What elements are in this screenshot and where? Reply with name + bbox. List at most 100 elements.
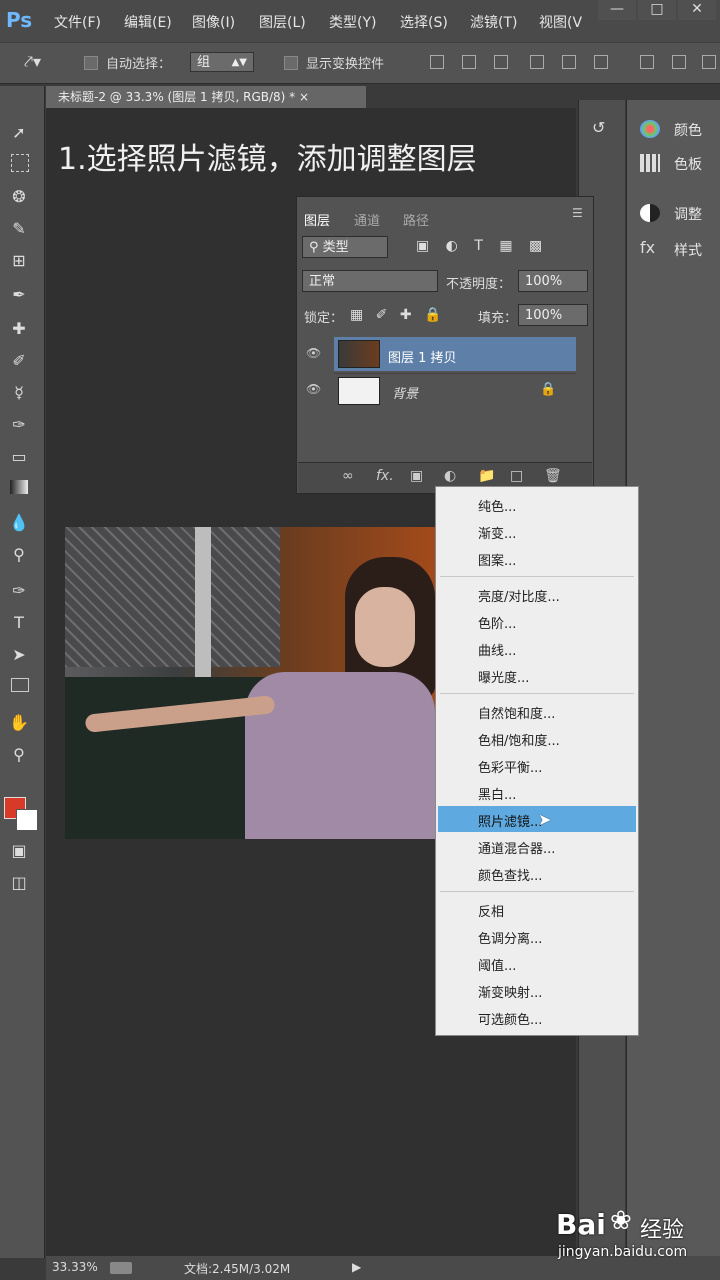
close-icon[interactable]: ✕ [678, 0, 716, 20]
menu-color-balance[interactable]: 色彩平衡... [478, 757, 628, 776]
dodge-tool-icon[interactable]: ⚲ [8, 544, 30, 566]
add-mask-icon[interactable]: ▣ [410, 468, 423, 484]
menu-gradient[interactable]: 渐变... [478, 523, 628, 542]
fx-icon[interactable]: fx. [376, 468, 394, 484]
zoom-level[interactable]: 33.33% [52, 1260, 98, 1274]
menu-pattern[interactable]: 图案... [478, 550, 628, 569]
menu-posterize[interactable]: 色调分离... [478, 928, 628, 947]
quick-mask-icon[interactable]: ▣ [8, 840, 30, 862]
restore-icon[interactable]: □ [638, 0, 676, 20]
crop-tool-icon[interactable]: ⊞ [8, 250, 30, 272]
auto-select-checkbox[interactable] [84, 56, 98, 70]
swatches-panel-icon[interactable] [640, 154, 660, 172]
panel-menu-icon[interactable]: ☰ [572, 206, 583, 220]
distribute-vcenter-icon[interactable] [672, 55, 686, 69]
menu-file[interactable]: 文件(F) [54, 12, 101, 32]
quick-select-tool-icon[interactable]: ✎ [8, 218, 30, 240]
group-folder-icon[interactable]: 📁 [478, 468, 495, 484]
menu-gradient-map[interactable]: 渐变映射... [478, 982, 628, 1001]
menu-type[interactable]: 类型(Y) [329, 12, 376, 32]
lock-icons[interactable]: ▦ ✐ ✚ 🔒 [350, 307, 441, 323]
align-right-icon[interactable] [594, 55, 608, 69]
menu-color-lookup[interactable]: 颜色查找... [478, 865, 628, 884]
type-tool-icon[interactable]: T [8, 612, 30, 634]
hand-tool-icon[interactable]: ✋ [8, 712, 30, 734]
dock-swatches[interactable]: 色板 [674, 154, 702, 174]
menu-curves[interactable]: 曲线... [478, 640, 628, 659]
history-brush-tool-icon[interactable]: ✑ [8, 414, 30, 436]
menu-channel-mixer[interactable]: 通道混合器... [478, 838, 628, 857]
menu-hue-saturation[interactable]: 色相/饱和度... [478, 730, 628, 749]
menu-edit[interactable]: 编辑(E) [124, 12, 172, 32]
path-select-tool-icon[interactable]: ➤ [8, 644, 30, 666]
auto-select-dropdown[interactable]: 组 ▲▼ [190, 52, 254, 72]
dock-color[interactable]: 颜色 [674, 120, 702, 140]
healing-brush-tool-icon[interactable]: ✚ [8, 318, 30, 340]
adjustment-layer-icon[interactable]: ◐ [444, 468, 456, 484]
menu-solid-color[interactable]: 纯色... [478, 496, 628, 515]
opacity-field[interactable]: 100% [518, 270, 588, 292]
link-layers-icon[interactable]: ∞ [342, 468, 354, 484]
menu-vibrance[interactable]: 自然饱和度... [478, 703, 628, 722]
align-bottom-icon[interactable] [494, 55, 508, 69]
menu-image[interactable]: 图像(I) [192, 12, 235, 32]
tab-close-icon[interactable]: × [299, 90, 309, 104]
align-top-icon[interactable] [430, 55, 444, 69]
fill-field[interactable]: 100% [518, 304, 588, 326]
styles-panel-icon[interactable]: fx [640, 238, 655, 257]
dock-styles[interactable]: 样式 [674, 240, 702, 260]
clone-stamp-tool-icon[interactable]: ☿ [8, 382, 30, 404]
visibility-eye-icon[interactable]: 👁 [306, 346, 324, 360]
rectangle-tool-icon[interactable] [11, 678, 29, 692]
minimize-icon[interactable]: — [598, 0, 636, 20]
lasso-tool-icon[interactable]: ❂ [8, 186, 30, 208]
layer-filter-dropdown[interactable]: ⚲ 类型 [302, 236, 388, 258]
document-tab[interactable]: 未标题-2 @ 33.3% (图层 1 拷贝, RGB/8) * × [46, 86, 366, 108]
brush-tool-icon[interactable]: ✐ [8, 350, 30, 372]
menu-invert[interactable]: 反相 [478, 901, 628, 920]
menu-filter[interactable]: 滤镜(T) [470, 12, 517, 32]
menu-layer[interactable]: 图层(L) [259, 12, 306, 32]
menu-photo-filter[interactable]: 照片滤镜... [478, 811, 628, 830]
zoom-tool-icon[interactable]: ⚲ [8, 744, 30, 766]
menu-black-white[interactable]: 黑白... [478, 784, 628, 803]
menu-brightness-contrast[interactable]: 亮度/对比度... [478, 586, 628, 605]
marquee-tool-icon[interactable] [11, 154, 29, 172]
background-color-swatch[interactable] [16, 809, 38, 831]
eyedropper-tool-icon[interactable]: ✒ [8, 284, 30, 306]
blend-mode-dropdown[interactable]: 正常 [302, 270, 438, 292]
distribute-top-icon[interactable] [640, 55, 654, 69]
tab-layers[interactable]: 图层 [304, 210, 330, 229]
align-vcenter-icon[interactable] [462, 55, 476, 69]
gradient-tool-icon[interactable] [10, 480, 28, 494]
distribute-bottom-icon[interactable] [702, 55, 716, 69]
layer-name[interactable]: 背景 [392, 383, 418, 402]
align-left-icon[interactable] [530, 55, 544, 69]
status-preview-icon[interactable] [110, 1262, 132, 1274]
move-tool-icon[interactable]: ➚ [8, 122, 30, 144]
screen-mode-icon[interactable]: ◫ [8, 872, 30, 894]
blur-tool-icon[interactable]: 💧 [8, 512, 30, 534]
menu-select[interactable]: 选择(S) [400, 12, 448, 32]
layer-filter-icons[interactable]: ▣ ◐ T ▦ ▩ [416, 238, 542, 254]
tab-paths[interactable]: 路径 [403, 210, 429, 229]
visibility-eye-icon[interactable]: 👁 [306, 382, 324, 396]
new-layer-icon[interactable]: □ [510, 468, 523, 484]
canvas-photo[interactable] [65, 527, 435, 839]
show-transform-checkbox[interactable] [284, 56, 298, 70]
menu-selective-color[interactable]: 可选颜色... [478, 1009, 628, 1028]
eraser-tool-icon[interactable]: ▭ [8, 446, 30, 468]
menu-view[interactable]: 视图(V [539, 12, 582, 32]
play-arrow-icon[interactable]: ▶ [352, 1260, 361, 1274]
layer-name[interactable]: 图层 1 拷贝 [388, 347, 457, 366]
move-tool-icon[interactable]: ⤤▾ [24, 52, 41, 72]
menu-exposure[interactable]: 曝光度... [478, 667, 628, 686]
adjustments-panel-icon[interactable] [640, 204, 660, 222]
dock-adjustments[interactable]: 调整 [674, 204, 702, 224]
menu-threshold[interactable]: 阈值... [478, 955, 628, 974]
align-hcenter-icon[interactable] [562, 55, 576, 69]
history-panel-icon[interactable]: ↺ [592, 118, 605, 137]
trash-icon[interactable]: 🗑 [544, 468, 562, 484]
color-panel-icon[interactable] [640, 120, 660, 138]
pen-tool-icon[interactable]: ✑ [8, 580, 30, 602]
